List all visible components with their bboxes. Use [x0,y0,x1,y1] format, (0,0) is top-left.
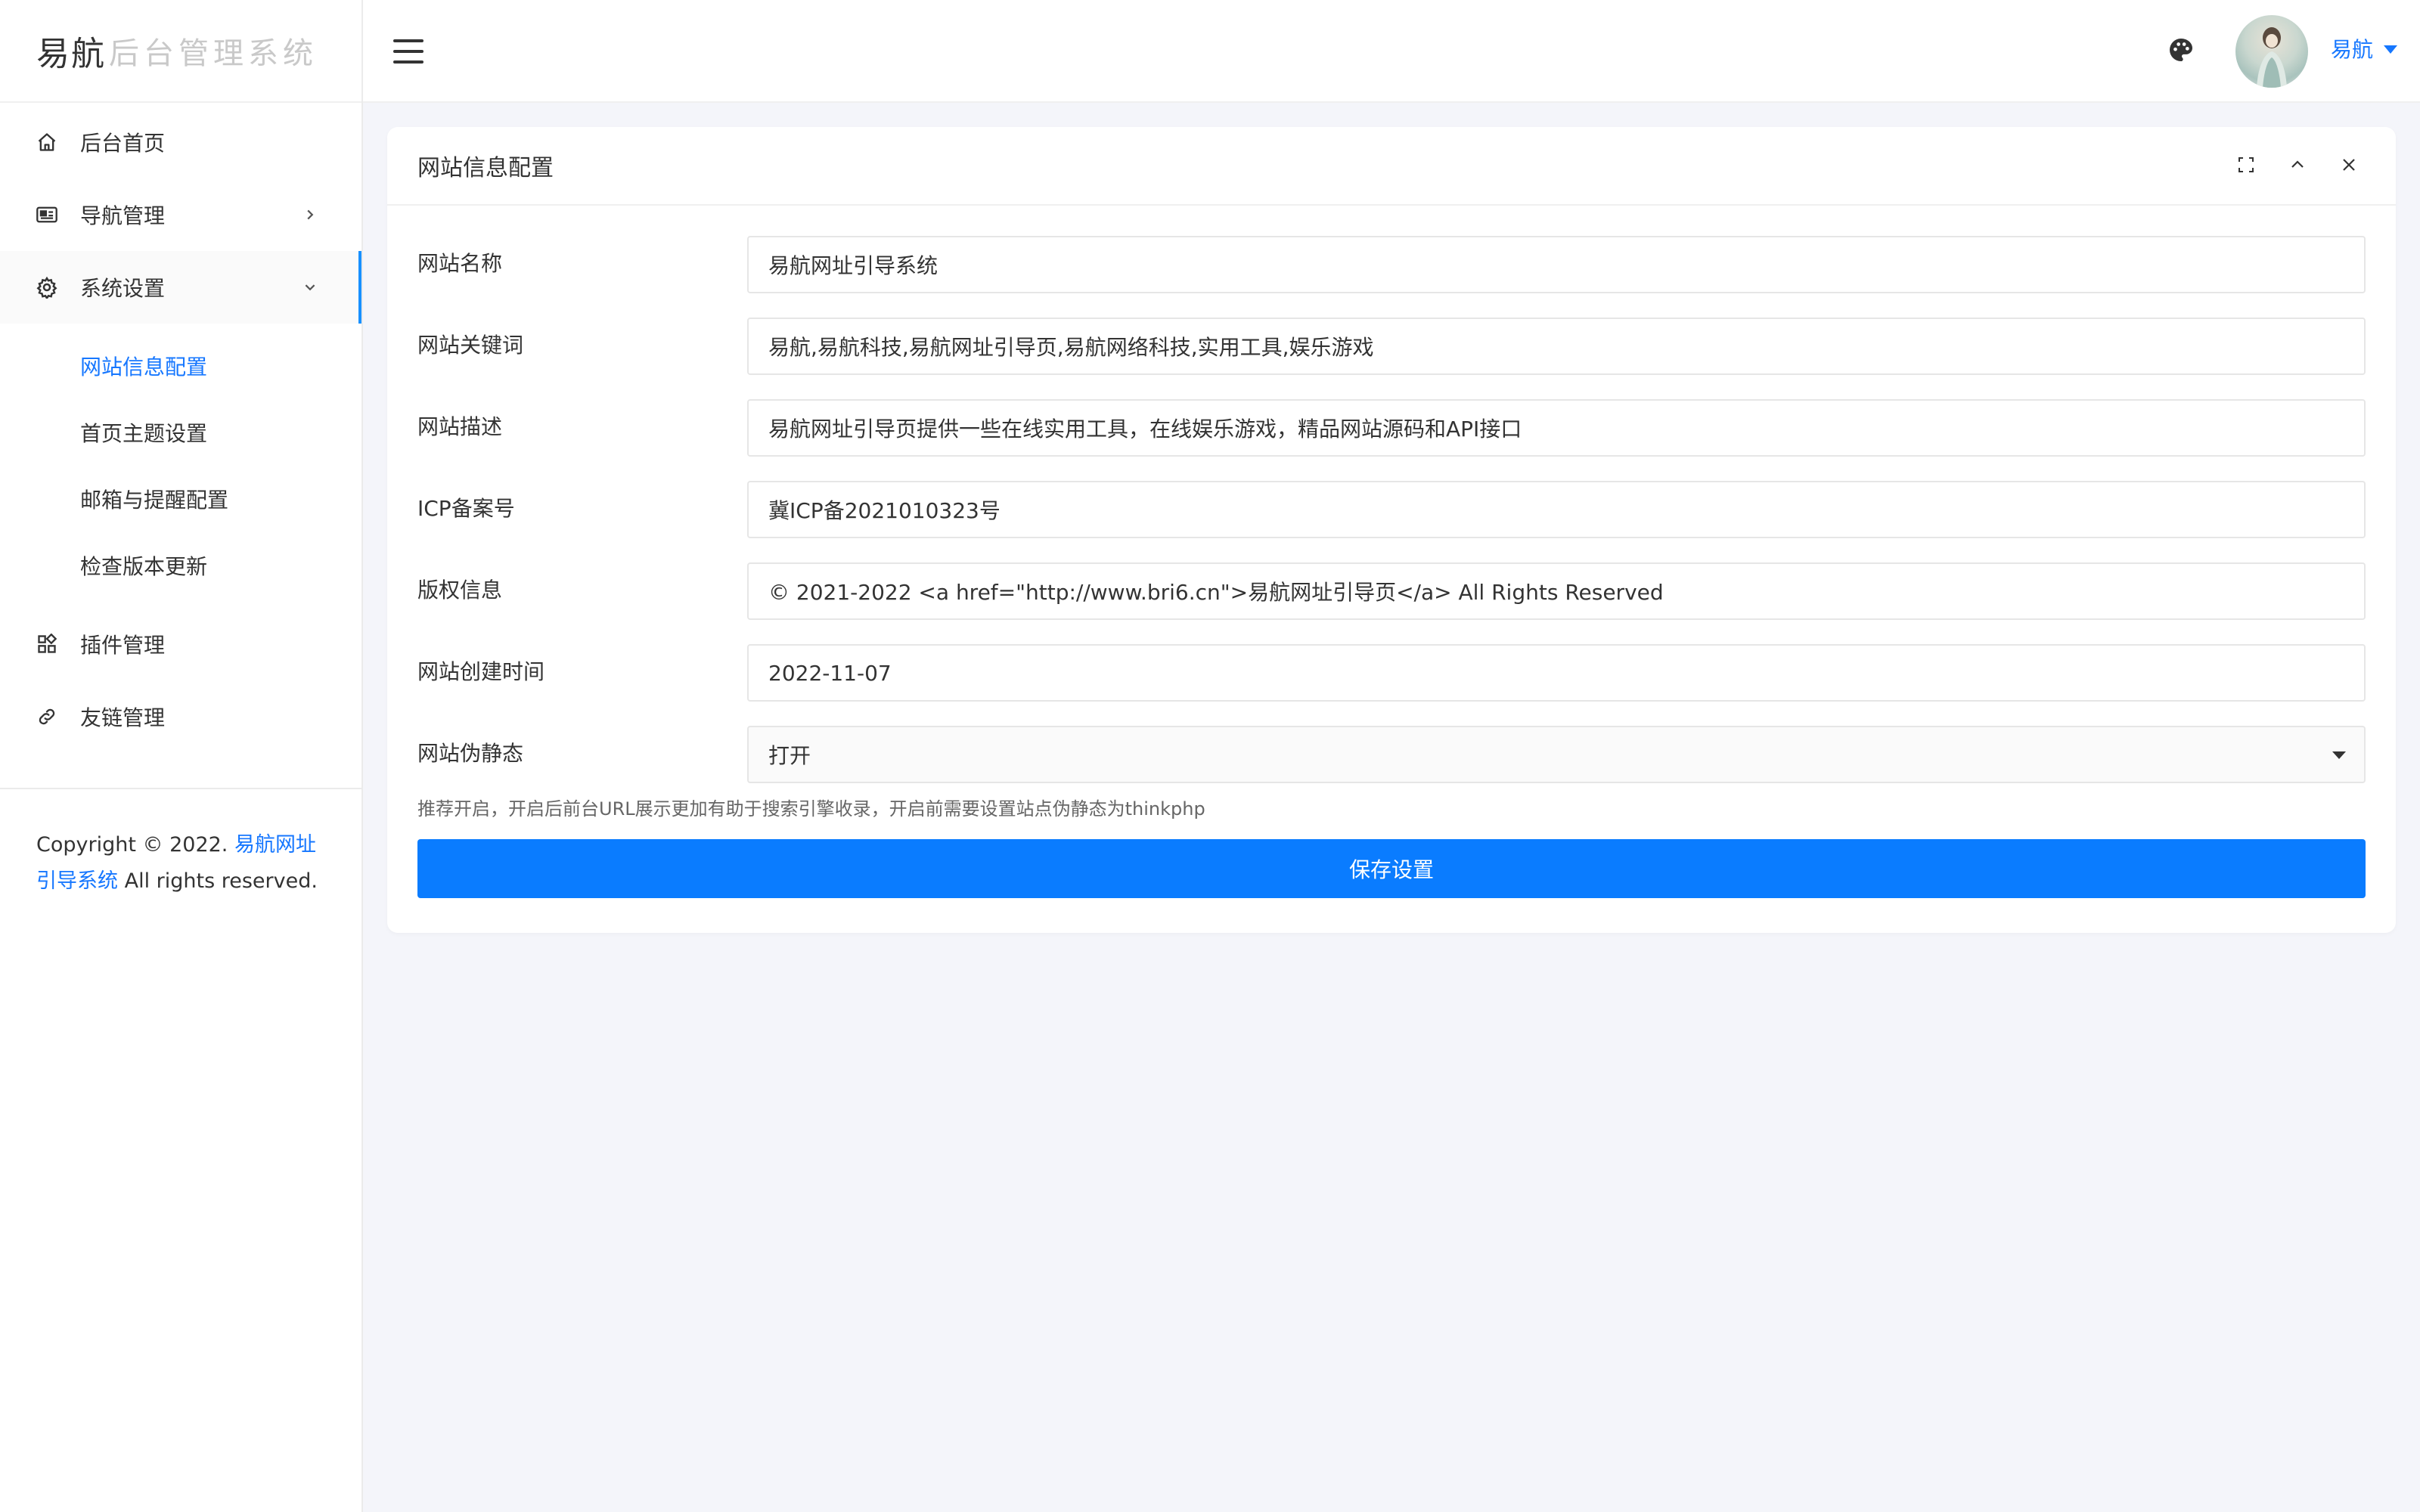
fullscreen-icon[interactable] [2235,154,2257,175]
field-label: 网站名称 [417,251,503,276]
caret-down-icon [2332,751,2346,759]
sidebar-item-label: 后台首页 [80,131,166,156]
chevron-up-icon[interactable] [2287,154,2308,175]
save-button[interactable]: 保存设置 [417,839,2366,898]
top-header: 易航 [363,0,2420,103]
system-settings-submenu: 网站信息配置 首页主题设置 邮箱与提醒配置 检查版本更新 [0,324,361,608]
copyright-suffix: All rights reserved. [124,869,318,893]
form-row-site-name: 网站名称 易航网址引导系统 [417,236,2366,293]
close-icon[interactable] [2338,154,2360,175]
sidebar-item-friend-links[interactable]: 友链管理 [0,680,361,753]
rewrite-select-value: 打开 [768,743,811,768]
gear-icon [35,275,59,299]
sidebar-item-label: 友链管理 [80,705,166,730]
caret-down-icon[interactable] [2384,45,2397,54]
form-row-created-date: 网站创建时间 2022-11-07 [417,644,2366,702]
description-input[interactable]: 易航网址引导页提供一些在线实用工具，在线娱乐游戏，精品网站源码和API接口 [747,399,2366,457]
card-title: 网站信息配置 [417,155,554,181]
submenu-item-update[interactable]: 检查版本更新 [0,532,361,599]
sidebar: 易航 后台管理系统 后台首页 导航管理 系统设置 网站信息配置 首页主题设置 邮… [0,0,363,1512]
user-avatar[interactable] [2235,15,2308,88]
field-label: 网站伪静态 [417,741,524,766]
sidebar-item-label: 插件管理 [80,633,166,658]
home-icon [35,130,59,154]
card-header: 网站信息配置 [387,127,2396,206]
menu-toggle-icon[interactable] [392,36,425,67]
form-row-icp: ICP备案号 冀ICP备2021010323号 [417,481,2366,538]
card-tools [2235,154,2360,175]
copyright-input[interactable]: © 2021-2022 <a href="http://www.bri6.cn"… [747,562,2366,620]
field-label: 网站关键词 [417,333,524,358]
created-date-input[interactable]: 2022-11-07 [747,644,2366,702]
form-row-copyright: 版权信息 © 2021-2022 <a href="http://www.bri… [417,562,2366,620]
sidebar-item-system-settings[interactable]: 系统设置 [0,251,361,324]
submenu-item-mail[interactable]: 邮箱与提醒配置 [0,466,361,532]
sidebar-item-home[interactable]: 后台首页 [0,106,361,178]
rewrite-help-text: 推荐开启，开启后前台URL展示更加有助于搜索引擎收录，开启前需要设置站点伪静态为… [417,798,1205,820]
form-row-keywords: 网站关键词 易航,易航科技,易航网址引导页,易航网络科技,实用工具,娱乐游戏 [417,318,2366,375]
keywords-input[interactable]: 易航,易航科技,易航网址引导页,易航网络科技,实用工具,娱乐游戏 [747,318,2366,375]
sidebar-item-label: 系统设置 [80,276,166,301]
site-info-form: 网站名称 易航网址引导系统 网站关键词 易航,易航科技,易航网址引导页,易航网络… [387,206,2396,898]
palette-icon[interactable] [2166,35,2196,65]
newspaper-icon [35,203,59,227]
user-name[interactable]: 易航 [2331,33,2373,64]
submenu-item-theme[interactable]: 首页主题设置 [0,399,361,466]
apps-icon [35,632,59,656]
field-label: 网站创建时间 [417,659,545,684]
form-row-description: 网站描述 易航网址引导页提供一些在线实用工具，在线娱乐游戏，精品网站源码和API… [417,399,2366,457]
field-label: ICP备案号 [417,496,515,521]
copyright-prefix: Copyright © 2022. [36,833,228,857]
sidebar-copyright: Copyright © 2022. 易航网址引导系统 All rights re… [0,789,361,900]
chevron-right-icon [302,207,318,222]
chevron-down-icon [302,280,318,295]
sidebar-menu: 后台首页 导航管理 系统设置 [0,106,361,324]
site-info-card: 网站信息配置 网站名称 易航网址引导系统 网站关键词 易航,易航科技,易航网址引… [387,127,2396,933]
logo[interactable]: 易航 后台管理系统 [0,0,361,103]
link-icon [35,705,59,729]
logo-sub-text: 后台管理系统 [109,36,318,71]
site-name-input[interactable]: 易航网址引导系统 [747,236,2366,293]
sidebar-item-plugins[interactable]: 插件管理 [0,608,361,680]
logo-main-text: 易航 [36,35,106,73]
submenu-item-site-info[interactable]: 网站信息配置 [0,333,361,399]
sidebar-menu-secondary: 插件管理 友链管理 [0,608,361,753]
field-label: 网站描述 [417,414,503,439]
form-row-rewrite: 网站伪静态 打开 [417,726,2366,783]
field-label: 版权信息 [417,578,503,603]
sidebar-item-navigation[interactable]: 导航管理 [0,178,361,251]
icp-input[interactable]: 冀ICP备2021010323号 [747,481,2366,538]
app-root: 易航 后台管理系统 后台首页 导航管理 系统设置 网站信息配置 首页主题设置 邮… [0,0,2420,1512]
rewrite-select[interactable]: 打开 [747,726,2366,783]
sidebar-item-label: 导航管理 [80,203,166,228]
